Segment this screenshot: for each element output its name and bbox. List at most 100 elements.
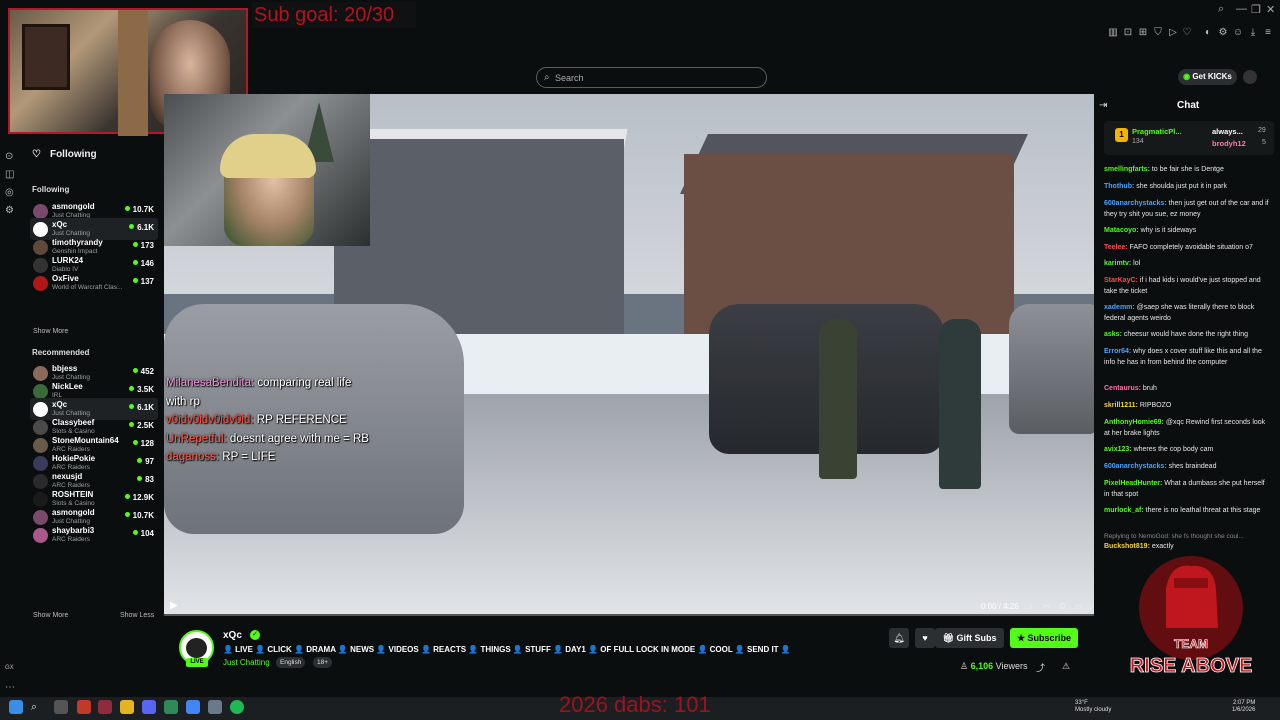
- viewer-count: 104: [133, 529, 154, 538]
- channel-avatar: [33, 492, 48, 507]
- app-icon[interactable]: [77, 700, 91, 714]
- task-view-icon[interactable]: [54, 700, 68, 714]
- chat-message: Teelee: FAFO completely avoidable situat…: [1104, 242, 1272, 253]
- chat-username[interactable]: karimtv:: [1104, 260, 1131, 267]
- compass-icon[interactable]: ◎: [5, 187, 17, 199]
- chat-username[interactable]: asks:: [1104, 331, 1122, 338]
- sidebar-channel-shaybarbi3[interactable]: shaybarbi3 ARC Raiders 104: [30, 524, 158, 546]
- show-less-recommended[interactable]: Show Less: [120, 612, 154, 619]
- gift-subs-button[interactable]: 🎁︎ Gift Subs: [935, 628, 1004, 648]
- play-icon[interactable]: ▶: [170, 600, 180, 612]
- notification-bell-button[interactable]: 🔔︎: [889, 628, 909, 648]
- leader-name: always...: [1212, 127, 1243, 136]
- maximize-icon[interactable]: ❐: [1251, 3, 1261, 16]
- sidebar-toggle-icon[interactable]: ▥: [1107, 27, 1119, 39]
- report-icon[interactable]: ⚠: [1062, 661, 1070, 672]
- screenshot-icon[interactable]: ⊞: [1137, 27, 1149, 39]
- following-tab[interactable]: ♡ Following: [32, 149, 97, 160]
- home-icon[interactable]: ⊙: [5, 151, 17, 163]
- file-explorer-icon[interactable]: [120, 700, 134, 714]
- weather-desc: Mostly cloudy: [1075, 707, 1112, 713]
- extensions-icon[interactable]: ⚙: [1217, 27, 1229, 39]
- settings-icon[interactable]: ⚙: [1057, 601, 1068, 612]
- chat-username[interactable]: avix123:: [1104, 446, 1132, 453]
- viewer-number: 6,106: [970, 661, 994, 671]
- viewer-count: 146: [133, 259, 154, 268]
- search-icon[interactable]: ⌕: [31, 700, 45, 714]
- chat-message: StarKayC: if i had kids i would've just …: [1104, 275, 1272, 297]
- chat-username[interactable]: StarKayC:: [1104, 277, 1138, 284]
- share-icon[interactable]: ⤴: [1036, 661, 1045, 674]
- chat-username[interactable]: Teelee:: [1104, 244, 1128, 251]
- more-icon[interactable]: ⋯: [5, 682, 17, 694]
- chat-username[interactable]: smellingfarts:: [1104, 166, 1150, 173]
- chat-username[interactable]: Matacoyo:: [1104, 227, 1139, 234]
- chat-username[interactable]: Error64:: [1104, 348, 1131, 355]
- audio-icon[interactable]: ◐: [1202, 27, 1214, 39]
- heart-icon[interactable]: ♡: [1181, 27, 1193, 39]
- show-more-recommended[interactable]: Show More: [33, 612, 68, 619]
- chrome-icon[interactable]: [186, 700, 200, 714]
- app-icon[interactable]: [208, 700, 222, 714]
- tag-mature[interactable]: 18+: [313, 657, 333, 668]
- play-icon[interactable]: ▷: [1167, 27, 1179, 39]
- settings-icon[interactable]: ⚙: [5, 205, 17, 217]
- clock-date: 1/6/2026: [1232, 707, 1256, 713]
- sidebar-channel-oxfive[interactable]: OxFive World of Warcraft Clas... 137: [30, 272, 158, 294]
- close-icon[interactable]: ✕: [1266, 3, 1275, 16]
- download-icon[interactable]: ⤓: [1247, 27, 1259, 39]
- channel-name: nexusjd: [52, 472, 83, 481]
- subscribe-button[interactable]: ★ Subscribe: [1010, 628, 1078, 648]
- channel-name[interactable]: xQc: [223, 630, 242, 641]
- minimize-icon[interactable]: —: [1236, 3, 1247, 15]
- theater-mode-icon[interactable]: ▭: [1073, 601, 1084, 612]
- app-icon[interactable]: [164, 700, 178, 714]
- chat-username[interactable]: AnthonyHomie69:: [1104, 419, 1164, 426]
- menu-icon[interactable]: ≡: [1262, 27, 1274, 39]
- tag-language[interactable]: English: [276, 657, 306, 668]
- get-kicks-button[interactable]: ◉ Get KICKs: [1178, 69, 1237, 85]
- windows-start-icon[interactable]: [9, 700, 23, 714]
- viewer-count: ♙ 6,106 Viewers: [960, 661, 1027, 672]
- show-more-following[interactable]: Show More: [33, 328, 68, 335]
- browse-icon[interactable]: ◫: [5, 169, 17, 181]
- chat-message: Centaurus: bruh: [1104, 383, 1272, 394]
- chat-username[interactable]: 600anarchystacks:: [1104, 200, 1167, 207]
- discord-icon[interactable]: [142, 700, 156, 714]
- chat-username[interactable]: PixelHeadHunter:: [1104, 480, 1162, 487]
- channel-avatar: [33, 474, 48, 489]
- clip-icon[interactable]: ✂: [1041, 601, 1052, 612]
- chat-message: 600anarchystacks: then just get out of t…: [1104, 198, 1272, 220]
- stream-category[interactable]: Just Chatting: [223, 658, 270, 667]
- recommended-section-title: Recommended: [32, 348, 90, 357]
- search-bar[interactable]: ⌕: [536, 67, 767, 88]
- profile-avatar-icon[interactable]: [1243, 70, 1257, 84]
- shield-icon[interactable]: ⛉: [1152, 27, 1164, 39]
- account-icon[interactable]: ☺: [1232, 27, 1244, 39]
- chat-username[interactable]: Centaurus:: [1104, 385, 1141, 392]
- system-clock[interactable]: 2:07 PM 1/6/2026: [1232, 700, 1255, 714]
- search-input[interactable]: [555, 70, 755, 86]
- collapse-chat-icon[interactable]: ⇥: [1099, 100, 1107, 111]
- chat-leaderboard[interactable]: 1 PragmaticPl... 134 always... 29 brodyh…: [1104, 121, 1274, 155]
- volume-icon[interactable]: ♪: [1025, 601, 1036, 612]
- follow-button[interactable]: ♥: [915, 628, 935, 648]
- chat-username[interactable]: xademm:: [1104, 304, 1135, 311]
- chat-title: Chat: [1177, 100, 1200, 111]
- chat-username[interactable]: murlock_af:: [1104, 507, 1144, 514]
- app-icon[interactable]: [98, 700, 112, 714]
- chat-username[interactable]: Thothub:: [1104, 183, 1134, 190]
- channel-avatar: [33, 402, 48, 417]
- chat-text: lol: [1131, 260, 1141, 267]
- chat-message: Matacoyo: why is it sideways: [1104, 225, 1272, 236]
- weather-widget[interactable]: 33°F Mostly cloudy: [1075, 700, 1111, 714]
- chat-username[interactable]: 600anarchystacks:: [1104, 463, 1167, 470]
- search-icon[interactable]: ⌕: [1218, 3, 1224, 16]
- bookmark-icon[interactable]: ⊡: [1122, 27, 1134, 39]
- spotify-icon[interactable]: [230, 700, 244, 714]
- video-progress-bar[interactable]: [164, 614, 1094, 616]
- chat-text: bruh: [1140, 385, 1157, 392]
- chat-message: murlock_af: there is no leathal threat a…: [1104, 505, 1272, 516]
- chat-username[interactable]: skrill1211:: [1104, 402, 1138, 409]
- viewer-count: 10.7K: [125, 205, 154, 214]
